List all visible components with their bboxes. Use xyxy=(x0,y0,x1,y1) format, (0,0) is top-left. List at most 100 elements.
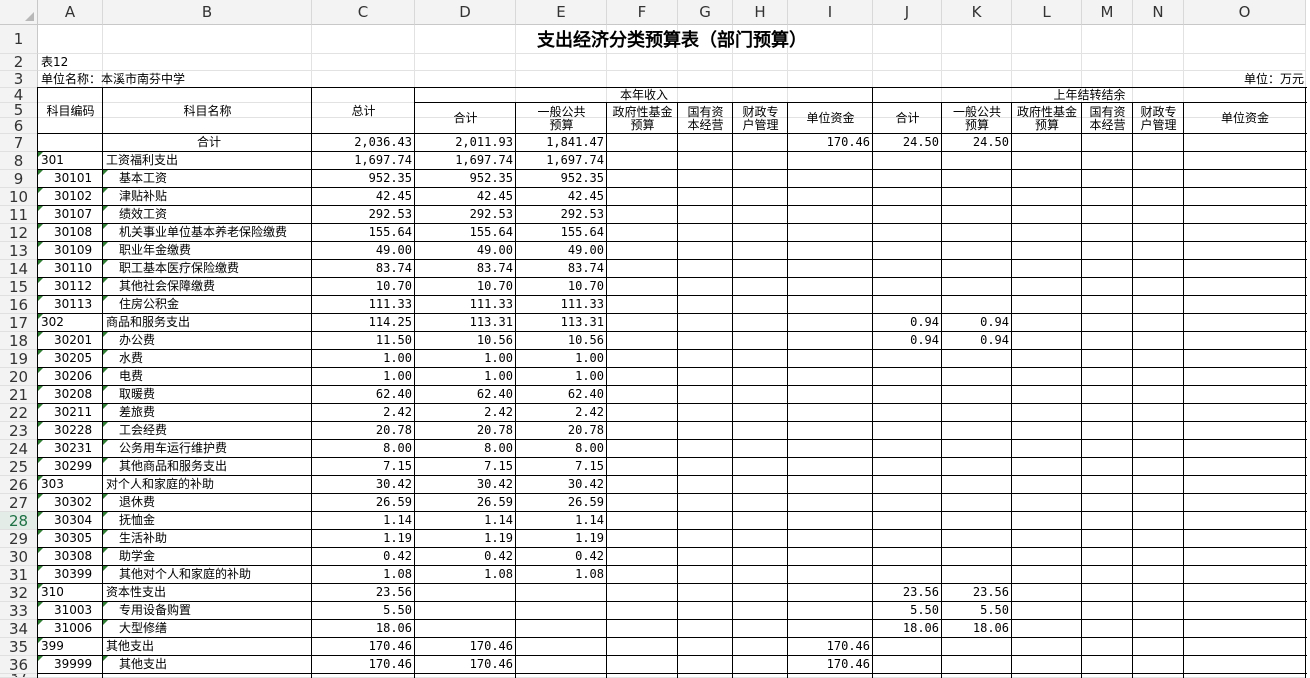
value-cell[interactable]: 26.59 xyxy=(415,494,516,512)
select-all-corner[interactable] xyxy=(0,0,38,25)
column-header-g[interactable]: G xyxy=(678,0,733,25)
row-header-37[interactable]: 37 xyxy=(0,674,38,678)
subject-name[interactable]: 水费 xyxy=(103,350,312,367)
value-cell[interactable]: 1.14 xyxy=(312,512,415,530)
subject-code[interactable]: 30231 xyxy=(38,440,103,457)
row-header-13[interactable]: 13 xyxy=(0,242,38,260)
value-cell[interactable]: 5.50 xyxy=(312,602,415,620)
row-header-27[interactable]: 27 xyxy=(0,494,38,512)
value-cell[interactable]: 10.56 xyxy=(516,332,607,350)
value-cell[interactable]: 170.46 xyxy=(312,656,415,674)
subject-name[interactable]: 职业年金缴费 xyxy=(103,242,312,259)
value-cell[interactable]: 2,036.43 xyxy=(312,134,415,152)
value-cell[interactable]: 62.40 xyxy=(516,386,607,404)
value-cell[interactable]: 952.35 xyxy=(415,170,516,188)
value-cell[interactable]: 1.00 xyxy=(516,350,607,368)
row-header-24[interactable]: 24 xyxy=(0,440,38,458)
subject-code[interactable]: 31003 xyxy=(38,602,103,619)
subject-name[interactable]: 职工基本医疗保险缴费 xyxy=(103,260,312,277)
value-cell[interactable]: 0.94 xyxy=(942,332,1012,350)
subject-name[interactable]: 对个人和家庭的补助 xyxy=(103,476,312,493)
value-cell[interactable]: 1.08 xyxy=(516,566,607,584)
subject-code[interactable]: 30206 xyxy=(38,368,103,385)
value-cell[interactable]: 24.50 xyxy=(873,134,942,152)
subject-code[interactable]: 30308 xyxy=(38,548,103,565)
subject-name[interactable]: 津贴补贴 xyxy=(103,188,312,205)
subject-name[interactable]: 办公费 xyxy=(103,332,312,349)
value-cell[interactable]: 1.00 xyxy=(415,350,516,368)
value-cell[interactable]: 1.19 xyxy=(516,530,607,548)
column-header-a[interactable]: A xyxy=(38,0,103,25)
value-cell[interactable]: 1.00 xyxy=(312,368,415,386)
column-header-k[interactable]: K xyxy=(942,0,1012,25)
row-header-22[interactable]: 22 xyxy=(0,404,38,422)
row-header-35[interactable]: 35 xyxy=(0,638,38,656)
value-cell[interactable]: 7.15 xyxy=(516,458,607,476)
row-header-2[interactable]: 2 xyxy=(0,54,38,71)
value-cell[interactable]: 23.56 xyxy=(873,584,942,602)
value-cell[interactable]: 11.50 xyxy=(312,332,415,350)
subject-code[interactable]: 30113 xyxy=(38,296,103,313)
subject-name[interactable]: 基本工资 xyxy=(103,170,312,187)
value-cell[interactable]: 49.00 xyxy=(516,242,607,260)
row-header-5[interactable]: 5 xyxy=(0,103,38,118)
value-cell[interactable]: 49.00 xyxy=(312,242,415,260)
value-cell[interactable]: 1.19 xyxy=(415,530,516,548)
row-header-25[interactable]: 25 xyxy=(0,458,38,476)
value-cell[interactable]: 20.78 xyxy=(516,422,607,440)
column-header-n[interactable]: N xyxy=(1133,0,1184,25)
subject-code[interactable]: 30299 xyxy=(38,458,103,475)
subject-name[interactable]: 其他支出 xyxy=(103,638,312,655)
column-header-f[interactable]: F xyxy=(607,0,678,25)
column-header-m[interactable]: M xyxy=(1082,0,1133,25)
value-cell[interactable]: 42.45 xyxy=(516,188,607,206)
row-header-34[interactable]: 34 xyxy=(0,620,38,638)
value-cell[interactable]: 170.46 xyxy=(788,134,873,152)
row-header-20[interactable]: 20 xyxy=(0,368,38,386)
value-cell[interactable]: 113.31 xyxy=(516,314,607,332)
subject-name[interactable]: 住房公积金 xyxy=(103,296,312,313)
subject-code[interactable]: 30109 xyxy=(38,242,103,259)
subject-name[interactable]: 商品和服务支出 xyxy=(103,314,312,331)
row-header-11[interactable]: 11 xyxy=(0,206,38,224)
column-header-o[interactable]: O xyxy=(1184,0,1306,25)
subject-code[interactable]: 30112 xyxy=(38,278,103,295)
value-cell[interactable]: 952.35 xyxy=(516,170,607,188)
value-cell[interactable]: 0.94 xyxy=(873,314,942,332)
value-cell[interactable]: 170.46 xyxy=(415,656,516,674)
value-cell[interactable]: 7.15 xyxy=(312,458,415,476)
row-header-7[interactable]: 7 xyxy=(0,134,38,152)
row-header-28[interactable]: 28 xyxy=(0,512,38,530)
value-cell[interactable]: 952.35 xyxy=(312,170,415,188)
row-header-9[interactable]: 9 xyxy=(0,170,38,188)
value-cell[interactable]: 114.25 xyxy=(312,314,415,332)
value-cell[interactable]: 20.78 xyxy=(312,422,415,440)
value-cell[interactable]: 18.06 xyxy=(312,620,415,638)
value-cell[interactable]: 1.19 xyxy=(312,530,415,548)
column-header-i[interactable]: I xyxy=(788,0,873,25)
subject-name[interactable]: 其他支出 xyxy=(103,656,312,673)
value-cell[interactable]: 113.31 xyxy=(415,314,516,332)
value-cell[interactable]: 1.08 xyxy=(415,566,516,584)
row-header-6[interactable]: 6 xyxy=(0,118,38,134)
row-header-36[interactable]: 36 xyxy=(0,656,38,674)
value-cell[interactable]: 23.56 xyxy=(942,584,1012,602)
value-cell[interactable]: 8.00 xyxy=(415,440,516,458)
value-cell[interactable]: 155.64 xyxy=(516,224,607,242)
subject-name[interactable]: 其他对个人和家庭的补助 xyxy=(103,566,312,583)
value-cell[interactable]: 20.78 xyxy=(415,422,516,440)
row-header-14[interactable]: 14 xyxy=(0,260,38,278)
value-cell[interactable]: 10.70 xyxy=(516,278,607,296)
value-cell[interactable]: 1.08 xyxy=(312,566,415,584)
value-cell[interactable]: 18.06 xyxy=(942,620,1012,638)
subject-code[interactable]: 30205 xyxy=(38,350,103,367)
row-header-15[interactable]: 15 xyxy=(0,278,38,296)
column-header-e[interactable]: E xyxy=(516,0,607,25)
row-header-33[interactable]: 33 xyxy=(0,602,38,620)
value-cell[interactable]: 1,697.74 xyxy=(516,152,607,170)
subject-code[interactable]: 30108 xyxy=(38,224,103,241)
value-cell[interactable]: 10.56 xyxy=(415,332,516,350)
value-cell[interactable]: 30.42 xyxy=(415,476,516,494)
value-cell[interactable]: 1.14 xyxy=(516,512,607,530)
subject-name[interactable]: 资本性支出 xyxy=(103,584,312,601)
